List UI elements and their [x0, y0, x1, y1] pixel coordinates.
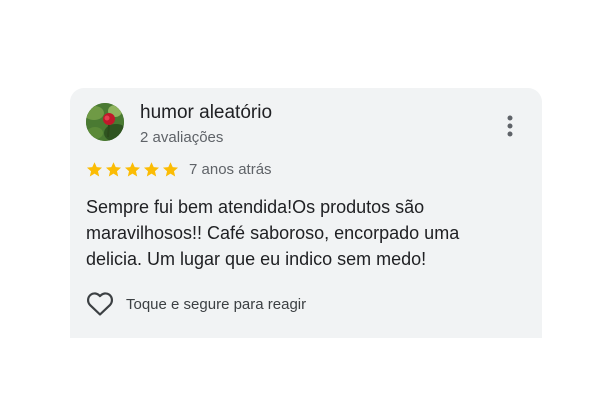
avatar[interactable]	[86, 103, 124, 141]
review-text: Sempre fui bem atendida!Os produtos são …	[86, 197, 460, 269]
author-review-count: 2 avaliações	[140, 129, 224, 146]
react-label: Toque e segure para reagir	[126, 295, 307, 313]
star-icon	[86, 161, 103, 176]
star-icon	[162, 161, 179, 176]
star-rating	[86, 161, 179, 178]
rating-row: 7 anos atrás	[86, 159, 272, 179]
more-vert-icon	[507, 115, 513, 137]
react-button[interactable]: Toque e segure para reagir	[86, 290, 306, 318]
star-icon	[105, 161, 122, 176]
star-icon	[124, 161, 141, 176]
review-card: humor aleatório 2 avaliações 7 anos atrá…	[70, 88, 542, 338]
star-icon	[143, 161, 160, 176]
more-options-button[interactable]	[496, 112, 524, 140]
heart-outline-icon	[86, 292, 114, 316]
review-date: 7 anos atrás	[189, 160, 272, 178]
profile-photo-flower-icon	[86, 103, 124, 141]
author-name[interactable]: humor aleatório	[140, 102, 272, 124]
